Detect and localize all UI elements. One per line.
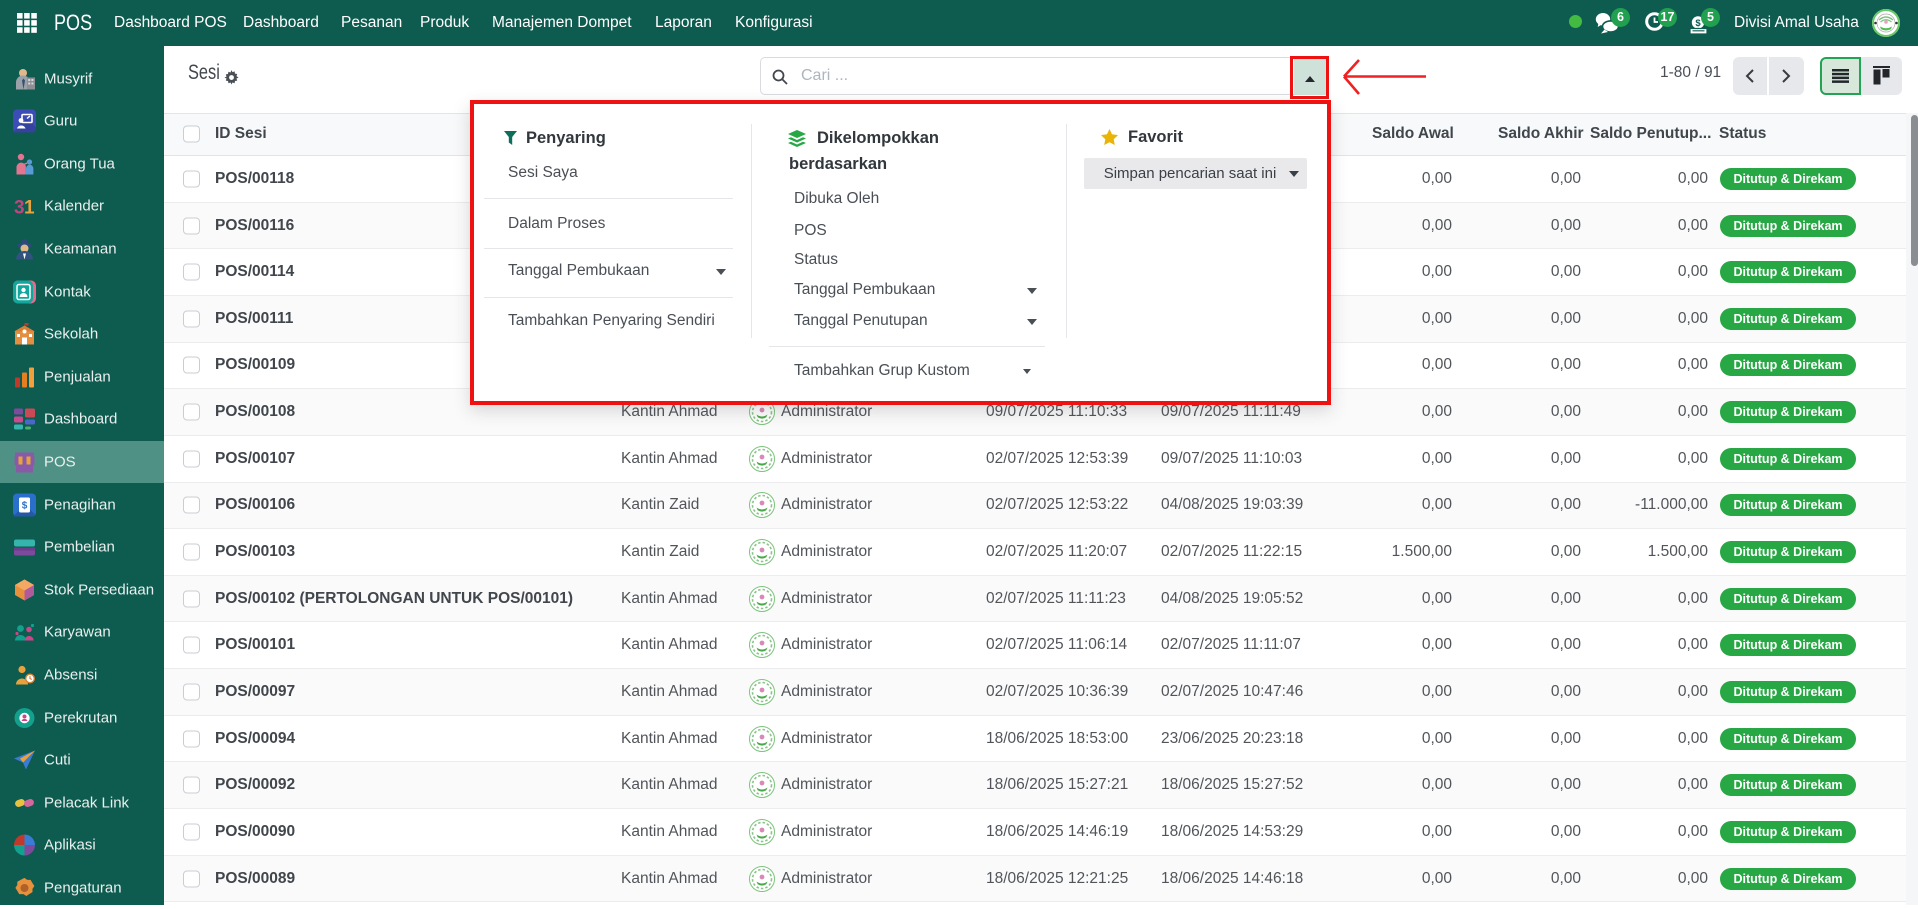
svg-text:1: 1 (24, 198, 35, 218)
svg-text:$: $ (22, 500, 28, 511)
svg-text:3: 3 (14, 198, 25, 218)
